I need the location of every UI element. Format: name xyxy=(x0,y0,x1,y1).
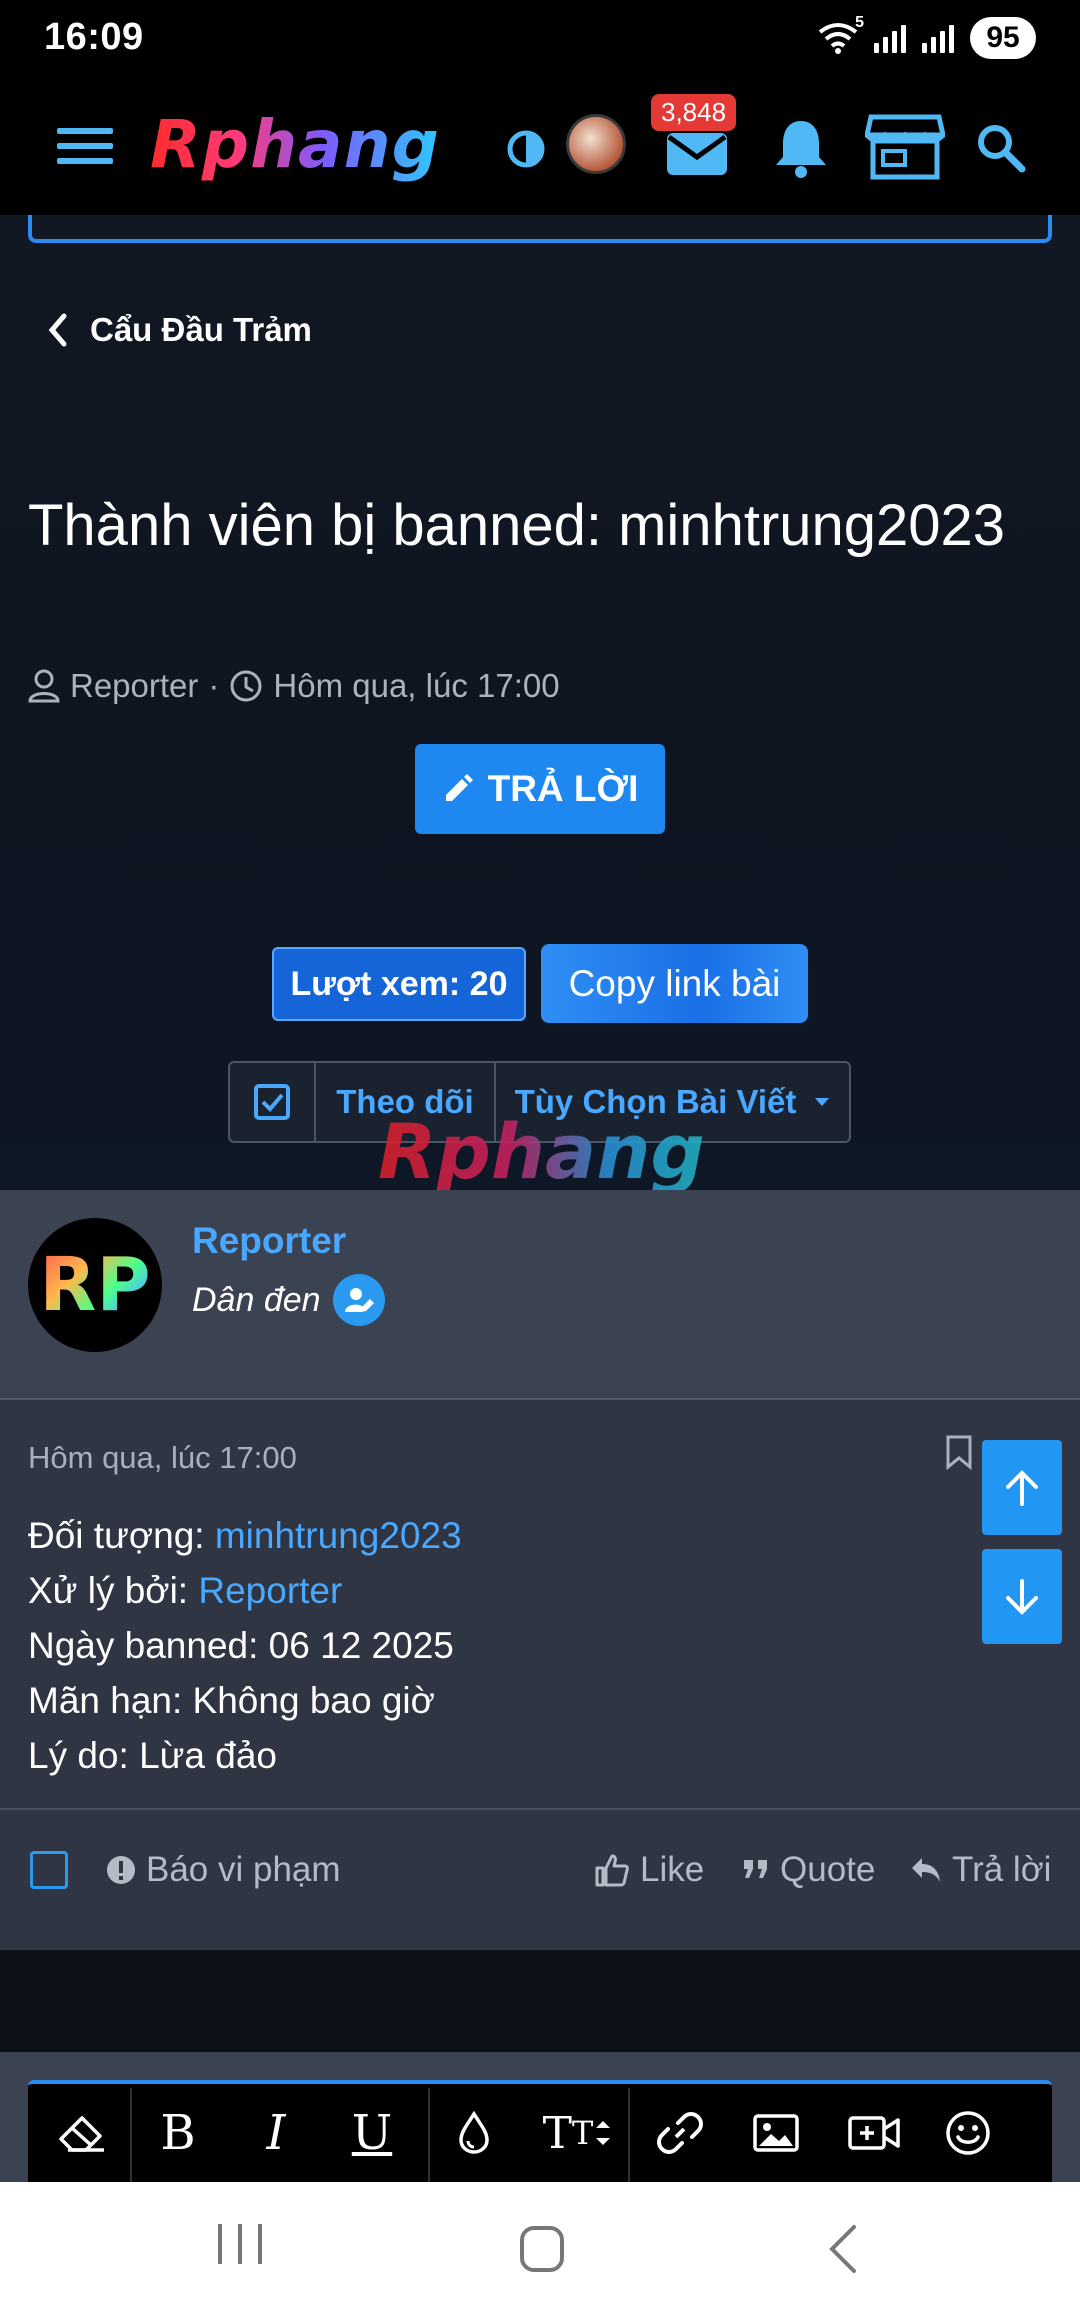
arrow-up-icon xyxy=(1006,1469,1038,1506)
author-role: Dân đen xyxy=(192,1274,385,1326)
watermark-logo: Rphang xyxy=(378,1107,705,1196)
clock-icon xyxy=(230,670,262,702)
post-user-header: RP Reporter Dân đen xyxy=(0,1190,1080,1400)
copy-link-button[interactable]: Copy link bài xyxy=(541,944,808,1023)
thread-time[interactable]: Hôm qua, lúc 17:00 xyxy=(273,667,559,705)
eraser-icon[interactable] xyxy=(50,2098,114,2168)
thread-meta: Reporter · Hôm qua, lúc 17:00 xyxy=(28,667,560,705)
inbox-badge: 3,848 xyxy=(651,94,737,131)
scroll-up-button[interactable] xyxy=(982,1440,1062,1535)
toolbar-divider xyxy=(428,2088,430,2186)
checkbox-checked-icon xyxy=(254,1084,290,1120)
meta-separator: · xyxy=(208,667,220,704)
breadcrumb[interactable]: Cẩu Đầu Trảm xyxy=(48,311,312,349)
thread-author[interactable]: Reporter xyxy=(70,667,198,705)
italic-icon[interactable]: I xyxy=(246,2098,306,2168)
user-avatar[interactable] xyxy=(566,114,626,174)
breadcrumb-label: Cẩu Đầu Trảm xyxy=(90,311,312,348)
post-line-expiry: Mãn hạn: Không bao giờ xyxy=(28,1680,435,1721)
like-button[interactable]: Like xyxy=(594,1810,704,1930)
chevron-left-icon xyxy=(48,313,67,347)
battery-indicator: 95 xyxy=(970,16,1036,59)
home-icon[interactable] xyxy=(520,2226,564,2272)
thumbs-up-icon xyxy=(595,1854,629,1887)
alert-icon xyxy=(107,1856,135,1884)
bell-icon[interactable] xyxy=(770,113,832,183)
post-line-ban-date: Ngày banned: 06 12 2025 xyxy=(28,1625,454,1666)
quote-button[interactable]: Quote xyxy=(742,1810,875,1930)
video-icon[interactable] xyxy=(842,2098,906,2168)
user-edit-icon xyxy=(332,1274,385,1326)
top-frame xyxy=(28,215,1052,243)
status-time: 16:09 xyxy=(44,16,144,58)
reply-button[interactable]: TRẢ LỜI xyxy=(415,744,665,834)
bold-icon[interactable]: B xyxy=(148,2098,208,2168)
link-icon[interactable] xyxy=(648,2098,712,2168)
reply-post-button[interactable]: Trả lời xyxy=(910,1810,1051,1930)
post-line-reason: Lý do: Lừa đảo xyxy=(28,1735,278,1776)
recent-apps-icon[interactable] xyxy=(210,2224,270,2274)
toolbar-divider xyxy=(130,2088,132,2186)
store-icon[interactable] xyxy=(864,109,946,183)
post-content: Đối tượng: minhtrung2023 Xử lý bởi: Repo… xyxy=(28,1508,462,1783)
reply-button-label: TRẢ LỜI xyxy=(487,768,639,809)
report-label: Báo vi phạm xyxy=(146,1850,341,1889)
post-actions: Báo vi phạm Like Quote Trả lời xyxy=(0,1810,1080,1950)
author-role-label: Dân đen xyxy=(192,1280,321,1319)
quote-label: Quote xyxy=(780,1850,876,1889)
wifi-label: 5 xyxy=(855,13,864,31)
author-avatar-text: RP xyxy=(39,1242,151,1328)
system-navigation-bar xyxy=(0,2182,1080,2316)
wifi-icon: 5 xyxy=(818,14,864,54)
scroll-down-button[interactable] xyxy=(982,1549,1062,1644)
site-header: Rphang 3,848 xyxy=(0,75,1080,215)
status-bar: 16:09 5 95 xyxy=(0,0,1080,75)
bookmark-icon[interactable] xyxy=(945,1434,973,1475)
post-body: Hôm qua, lúc 17:00 Đối tượng: minhtrung2… xyxy=(0,1400,1080,1810)
status-icons: 5 95 xyxy=(818,14,1036,59)
post-date[interactable]: Hôm qua, lúc 17:00 xyxy=(28,1440,297,1476)
reply-post-label: Trả lời xyxy=(952,1850,1052,1889)
user-icon xyxy=(28,669,60,703)
reply-arrow-icon xyxy=(912,1858,940,1882)
caret-down-icon xyxy=(815,1098,830,1106)
quote-icon xyxy=(744,1860,767,1878)
editor-toolbar: B I U TT xyxy=(28,2080,1052,2186)
thread-header: Cẩu Đầu Trảm Thành viên bị banned: minht… xyxy=(0,215,1080,1196)
like-label: Like xyxy=(640,1850,705,1889)
search-icon[interactable] xyxy=(972,119,1028,175)
watch-checkbox[interactable] xyxy=(230,1063,316,1141)
signal-icon xyxy=(874,23,906,53)
signal-icon-2 xyxy=(922,23,954,53)
underline-icon[interactable]: U xyxy=(342,2098,402,2168)
theme-toggle-icon[interactable] xyxy=(500,123,552,175)
select-post-checkbox[interactable] xyxy=(30,1810,68,1930)
emoji-icon[interactable] xyxy=(936,2098,1000,2168)
handler-user-link[interactable]: Reporter xyxy=(198,1570,342,1611)
report-button[interactable]: Báo vi phạm xyxy=(106,1810,341,1930)
post-line-handler: Xử lý bởi: Reporter xyxy=(28,1570,343,1611)
site-logo[interactable]: Rphang xyxy=(150,99,440,189)
page-title: Thành viên bị banned: minhtrung2023 xyxy=(28,493,1006,558)
back-icon[interactable] xyxy=(828,2224,858,2279)
image-icon[interactable] xyxy=(744,2098,808,2168)
views-button[interactable]: Lượt xem: 20 xyxy=(272,947,526,1021)
text-size-icon[interactable]: TT xyxy=(538,2098,618,2168)
color-drop-icon[interactable] xyxy=(444,2098,504,2168)
inbox-icon[interactable] xyxy=(660,123,734,183)
menu-icon[interactable] xyxy=(52,113,118,179)
author-avatar[interactable]: RP xyxy=(28,1218,162,1352)
target-user-link[interactable]: minhtrung2023 xyxy=(215,1515,462,1556)
checkbox-icon xyxy=(30,1851,68,1889)
arrow-down-icon xyxy=(1006,1578,1038,1615)
author-username[interactable]: Reporter xyxy=(192,1220,346,1262)
post-line-target: Đối tượng: minhtrung2023 xyxy=(28,1515,462,1556)
toolbar-divider xyxy=(628,2088,630,2186)
pencil-icon xyxy=(445,774,473,801)
